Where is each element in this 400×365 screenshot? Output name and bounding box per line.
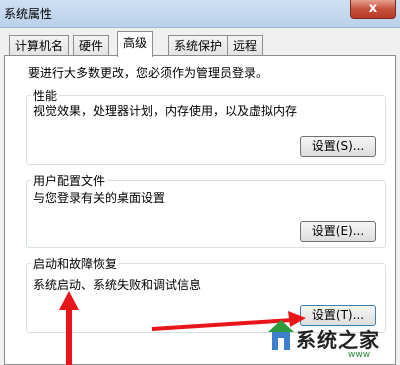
- house-logo-icon: [268, 320, 294, 350]
- up-arrow-annotation: [59, 291, 79, 365]
- watermark-text: 系统之家: [296, 328, 380, 352]
- annotation-arrows: [59, 291, 306, 365]
- watermark-sub: www: [348, 350, 371, 360]
- watermark: 系统之家 www: [266, 318, 400, 365]
